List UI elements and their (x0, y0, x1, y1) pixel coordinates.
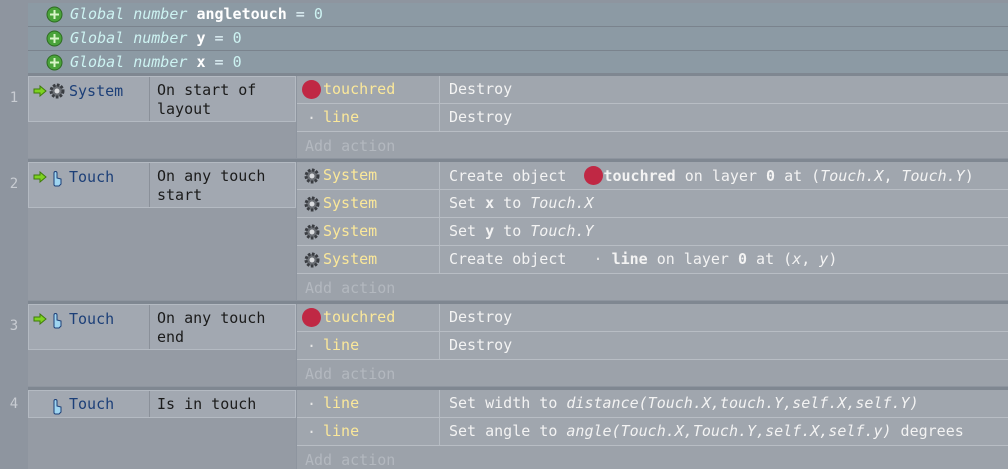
system-gear-icon (48, 82, 66, 104)
action-object: touchred (323, 308, 396, 326)
global-variable-icon (46, 30, 63, 47)
condition-text: Is in touch (157, 395, 257, 413)
action-row[interactable]: · line Set width to distance(Touch.X,tou… (297, 390, 1008, 418)
action-object: line (323, 108, 360, 126)
condition-object: Touch (69, 310, 115, 328)
global-var-row[interactable]: Global number x = 0 (28, 51, 1008, 75)
condition[interactable]: Touch Is in touch (28, 390, 296, 418)
condition-object: Touch (69, 168, 115, 186)
action-row[interactable]: System Create object touchred on layer 0… (297, 162, 1008, 190)
add-action-label: Add action (305, 137, 396, 155)
action-object: System (323, 194, 378, 212)
condition[interactable]: System On start of layout (28, 76, 296, 122)
touch-hand-icon (48, 310, 64, 333)
system-gear-icon (303, 223, 321, 245)
global-var-row[interactable]: Global number angletouch = 0 (28, 3, 1008, 27)
action-row[interactable]: System Set x to Touch.X (297, 190, 1008, 218)
global-var-name: y (196, 29, 206, 47)
global-var-name: angletouch (196, 5, 287, 23)
global-variable-icon (46, 54, 63, 71)
action-text: Destroy (449, 336, 513, 354)
action-row[interactable]: · line Set angle to angle(Touch.X,Touch.… (297, 418, 1008, 446)
global-var-value: 0 (313, 5, 323, 23)
condition-text: On start of layout (157, 81, 257, 118)
add-action-label: Add action (305, 451, 396, 469)
condition-text: On any touch end (157, 309, 266, 346)
equals-sign: = (214, 53, 224, 71)
action-row[interactable]: · line Destroy (297, 104, 1008, 132)
touch-hand-icon (48, 396, 64, 419)
global-var-value: 0 (232, 29, 242, 47)
line-sprite-icon: · (307, 395, 317, 413)
action-object: System (323, 222, 378, 240)
global-var-prefix: Global number (70, 29, 188, 47)
touchred-sprite-icon (584, 166, 604, 185)
action-text: Set x to Touch.X (449, 194, 594, 212)
action-row[interactable]: System Create object · line on layer 0 a… (297, 246, 1008, 274)
global-var-prefix: Global number (70, 5, 188, 23)
system-gear-icon (303, 251, 321, 273)
condition-text: On any touch start (157, 167, 266, 204)
line-sprite-icon: · (307, 423, 317, 441)
condition[interactable]: Touch On any touch start (28, 162, 296, 208)
equals-sign: = (214, 29, 224, 47)
add-action-label: Add action (305, 279, 396, 297)
trigger-arrow-icon (33, 83, 47, 101)
system-gear-icon (303, 195, 321, 217)
global-variable-icon (46, 6, 63, 23)
action-row[interactable]: · line Destroy (297, 332, 1008, 360)
action-row[interactable]: touchred Destroy (297, 76, 1008, 104)
touchred-sprite-icon (302, 308, 321, 327)
action-object: touchred (323, 80, 396, 98)
line-sprite-icon: · (593, 250, 603, 268)
action-text: Set angle to angle(Touch.X,Touch.Y,self.… (449, 422, 964, 440)
action-object: System (323, 250, 378, 268)
action-text: Create object · line on layer 0 at (x, y… (449, 250, 838, 268)
condition[interactable]: Touch On any touch end (28, 304, 296, 350)
action-text: Destroy (449, 80, 513, 98)
action-object: System (323, 166, 378, 184)
event-number: 1 (9, 90, 19, 106)
action-row[interactable]: touchred Destroy (297, 304, 1008, 332)
action-text: Destroy (449, 108, 513, 126)
action-object: line (323, 336, 360, 354)
action-text: Destroy (449, 308, 513, 326)
trigger-arrow-icon (33, 311, 47, 329)
action-object: line (323, 394, 360, 412)
add-action-button[interactable]: Add action (297, 274, 1008, 300)
action-text: Create object touchred on layer 0 at (To… (449, 166, 974, 185)
add-action-button[interactable]: Add action (297, 360, 1008, 386)
add-action-label: Add action (305, 365, 396, 383)
global-var-name: x (196, 53, 206, 71)
global-var-prefix: Global number (70, 53, 188, 71)
add-action-button[interactable]: Add action (297, 132, 1008, 158)
add-action-button[interactable]: Add action (297, 446, 1008, 469)
condition-object: Touch (69, 395, 115, 413)
event-number: 3 (9, 318, 19, 334)
line-sprite-icon: · (307, 109, 317, 127)
touch-hand-icon (48, 168, 64, 191)
action-text: Set width to distance(Touch.X,touch.Y,se… (449, 394, 919, 412)
action-row[interactable]: System Set y to Touch.Y (297, 218, 1008, 246)
event-number: 4 (9, 396, 19, 412)
equals-sign: = (295, 5, 305, 23)
action-object: line (323, 422, 360, 440)
line-sprite-icon: · (307, 337, 317, 355)
event-number: 2 (9, 176, 19, 192)
condition-object: System (69, 82, 124, 100)
global-var-row[interactable]: Global number y = 0 (28, 27, 1008, 51)
global-var-value: 0 (232, 53, 242, 71)
system-gear-icon (303, 167, 321, 189)
trigger-arrow-icon (33, 169, 47, 187)
touchred-sprite-icon (302, 80, 321, 99)
action-text: Set y to Touch.Y (449, 222, 594, 240)
